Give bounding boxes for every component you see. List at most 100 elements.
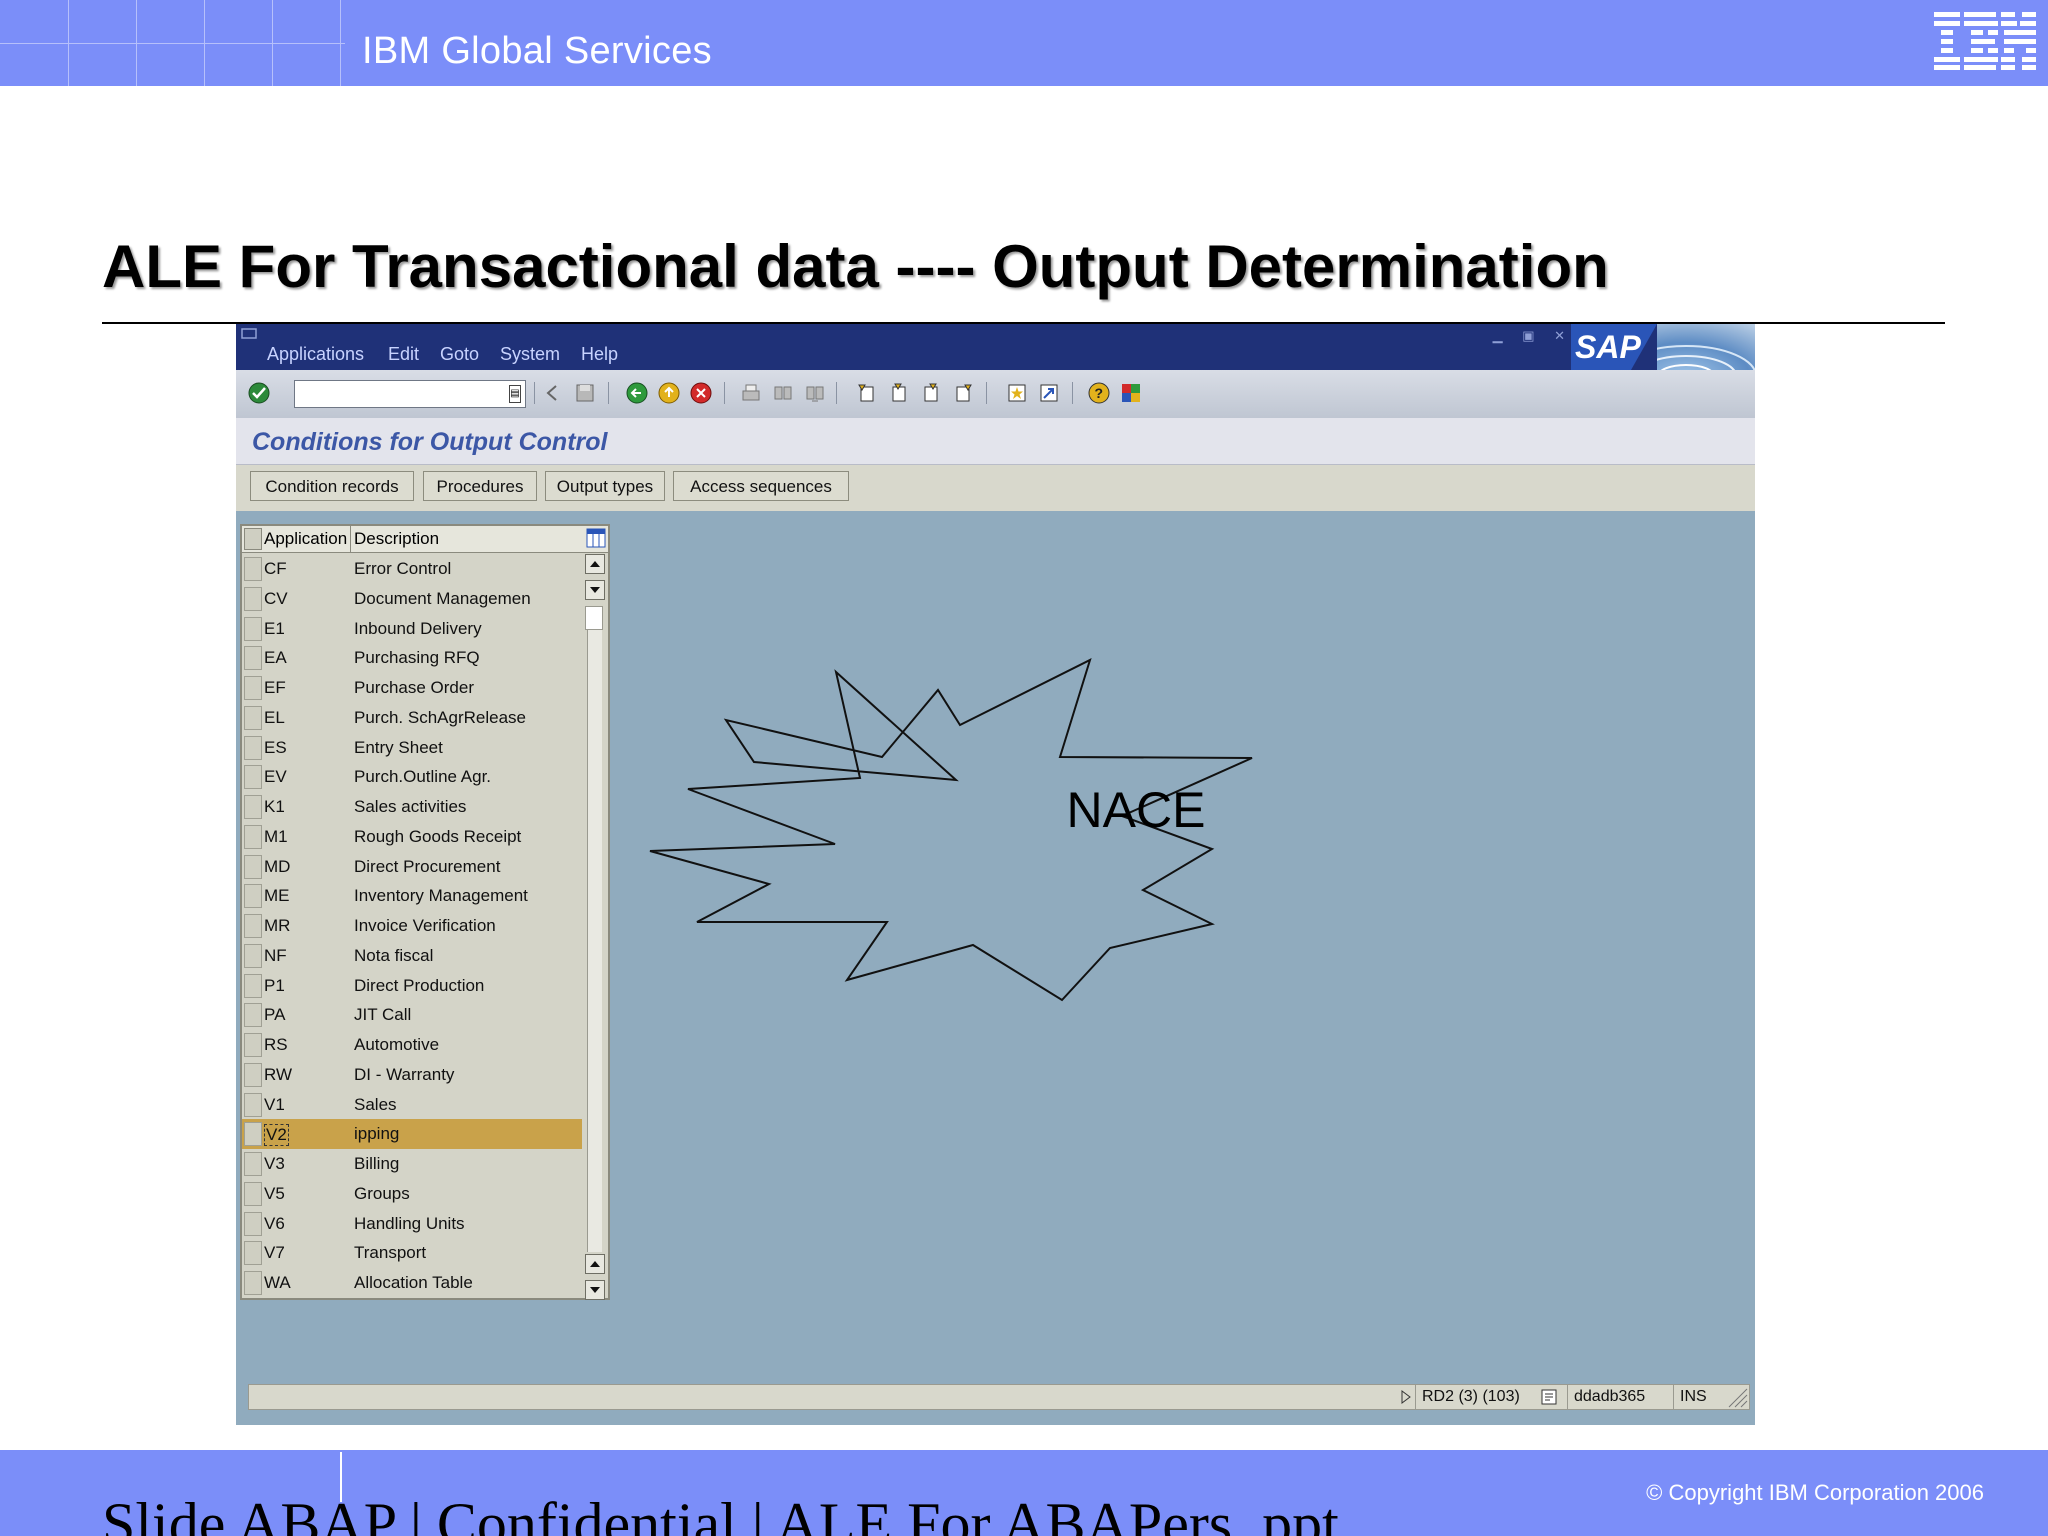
- cell-description[interactable]: Automotive: [354, 1035, 439, 1055]
- row-select-button[interactable]: [244, 586, 262, 611]
- row-select-button[interactable]: [244, 616, 262, 641]
- enter-check-icon[interactable]: [248, 382, 270, 404]
- cell-application[interactable]: ES: [264, 738, 287, 758]
- scroll-up-button[interactable]: [585, 580, 605, 600]
- cell-application[interactable]: CF: [264, 559, 287, 579]
- window-controls[interactable]: ▁ ▣ ✕: [1493, 328, 1573, 344]
- row-select-button[interactable]: [244, 1033, 262, 1057]
- cell-application[interactable]: E1: [264, 619, 285, 639]
- cell-application[interactable]: MD: [264, 857, 290, 877]
- cell-application[interactable]: EL: [264, 708, 285, 728]
- back-arrow-icon[interactable]: [542, 382, 564, 404]
- find-icon[interactable]: [772, 382, 794, 404]
- scroll-track[interactable]: [587, 616, 602, 1252]
- table-row[interactable]: PA JIT Call: [242, 1000, 582, 1030]
- row-select-button[interactable]: [244, 1062, 262, 1087]
- command-history-icon[interactable]: ▤: [509, 385, 521, 403]
- access-sequences-button[interactable]: Access sequences: [673, 471, 849, 501]
- table-row[interactable]: V7 Transport: [242, 1238, 582, 1268]
- table-row[interactable]: EF Purchase Order: [242, 673, 582, 703]
- cell-description[interactable]: Sales activities: [354, 797, 466, 817]
- table-row[interactable]: RS Automotive: [242, 1030, 582, 1060]
- table-row[interactable]: V2 ipping: [242, 1119, 582, 1149]
- cell-application[interactable]: EA: [264, 648, 287, 668]
- exit-icon[interactable]: [658, 382, 680, 404]
- cell-application[interactable]: RS: [264, 1035, 288, 1055]
- cell-application[interactable]: V2: [264, 1124, 289, 1147]
- cell-application[interactable]: EF: [264, 678, 286, 698]
- table-row[interactable]: CF Error Control: [242, 554, 582, 584]
- cell-description[interactable]: Nota fiscal: [354, 946, 433, 966]
- cell-application[interactable]: CV: [264, 589, 288, 609]
- command-field[interactable]: ▤: [294, 380, 526, 408]
- table-row[interactable]: EA Purchasing RFQ: [242, 643, 582, 673]
- row-select-button[interactable]: [244, 1122, 262, 1147]
- cancel-icon[interactable]: [690, 382, 712, 404]
- row-select-button[interactable]: [244, 824, 262, 849]
- row-select-button[interactable]: [244, 765, 262, 790]
- table-row[interactable]: WA Allocation Table: [242, 1268, 582, 1298]
- cell-description[interactable]: ipping: [354, 1124, 399, 1144]
- cell-application[interactable]: V7: [264, 1243, 285, 1263]
- row-select-button[interactable]: [244, 914, 262, 938]
- column-header-description[interactable]: Description: [354, 529, 439, 549]
- last-page-icon[interactable]: [952, 382, 974, 404]
- row-select-button[interactable]: [244, 557, 262, 581]
- shortcut-icon[interactable]: [1038, 382, 1060, 404]
- create-session-icon[interactable]: [1006, 382, 1028, 404]
- scroll-down-button[interactable]: [585, 1254, 605, 1274]
- cell-description[interactable]: Transport: [354, 1243, 426, 1263]
- cell-description[interactable]: Purch.Outline Agr.: [354, 767, 491, 787]
- cell-description[interactable]: Invoice Verification: [354, 916, 496, 936]
- cell-application[interactable]: P1: [264, 976, 285, 996]
- cell-description[interactable]: Billing: [354, 1154, 399, 1174]
- row-select-button[interactable]: [244, 735, 262, 760]
- row-select-button[interactable]: [244, 973, 262, 998]
- table-row[interactable]: M1 Rough Goods Receipt: [242, 822, 582, 852]
- next-page-icon[interactable]: [920, 382, 942, 404]
- cell-application[interactable]: V6: [264, 1214, 285, 1234]
- row-select-button[interactable]: [244, 705, 262, 730]
- cell-description[interactable]: Document Managemen: [354, 589, 531, 609]
- menu-edit[interactable]: Edit: [388, 344, 419, 365]
- cell-application[interactable]: ME: [264, 886, 290, 906]
- menu-goto[interactable]: Goto: [440, 344, 479, 365]
- table-row[interactable]: MD Direct Procurement: [242, 852, 582, 882]
- cell-description[interactable]: Direct Procurement: [354, 857, 500, 877]
- cell-application[interactable]: V1: [264, 1095, 285, 1115]
- row-select-button[interactable]: [244, 1211, 262, 1236]
- row-select-button[interactable]: [244, 943, 262, 968]
- cell-application[interactable]: V5: [264, 1184, 285, 1204]
- table-row[interactable]: ME Inventory Management: [242, 881, 582, 911]
- table-row[interactable]: RW DI - Warranty: [242, 1060, 582, 1090]
- command-input[interactable]: [295, 381, 503, 407]
- save-icon[interactable]: [574, 382, 596, 404]
- cell-description[interactable]: Inbound Delivery: [354, 619, 482, 639]
- layout-menu-icon[interactable]: [1120, 382, 1142, 404]
- table-row[interactable]: V1 Sales: [242, 1090, 582, 1120]
- window-menu-icon[interactable]: [240, 326, 260, 342]
- table-row[interactable]: V6 Handling Units: [242, 1209, 582, 1239]
- row-select-button[interactable]: [244, 854, 262, 879]
- status-expand-icon[interactable]: [1399, 1389, 1413, 1405]
- row-select-button[interactable]: [244, 795, 262, 819]
- cell-description[interactable]: Entry Sheet: [354, 738, 443, 758]
- row-select-button[interactable]: [244, 1181, 262, 1206]
- table-settings-icon[interactable]: [586, 528, 606, 548]
- system-info-icon[interactable]: [1541, 1389, 1557, 1405]
- status-mode[interactable]: INS: [1673, 1385, 1714, 1409]
- table-row[interactable]: MR Invoice Verification: [242, 911, 582, 941]
- column-header-application[interactable]: Application: [264, 529, 347, 549]
- row-select-button[interactable]: [244, 1092, 262, 1117]
- row-select-button[interactable]: [244, 1271, 262, 1295]
- table-row[interactable]: P1 Direct Production: [242, 971, 582, 1001]
- table-row[interactable]: CV Document Managemen: [242, 584, 582, 614]
- cell-description[interactable]: Inventory Management: [354, 886, 528, 906]
- table-row[interactable]: K1 Sales activities: [242, 792, 582, 822]
- table-scrollbar[interactable]: [584, 554, 606, 1300]
- cell-application[interactable]: K1: [264, 797, 285, 817]
- cell-description[interactable]: Direct Production: [354, 976, 484, 996]
- help-icon[interactable]: ?: [1088, 382, 1110, 404]
- row-select-button[interactable]: [244, 1152, 262, 1176]
- cell-description[interactable]: Purch. SchAgrRelease: [354, 708, 526, 728]
